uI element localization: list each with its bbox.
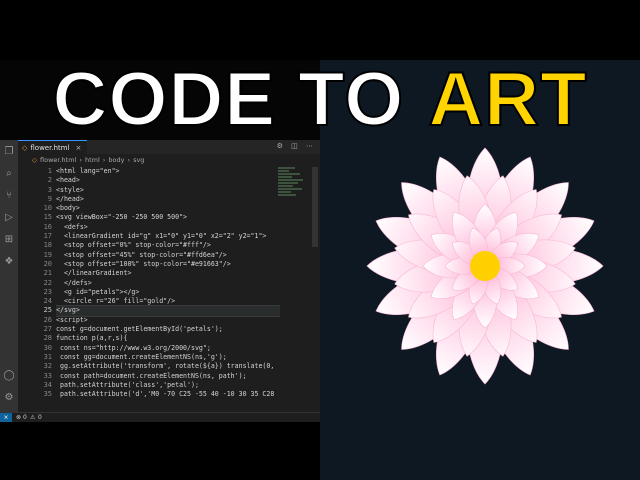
line-number: 19 <box>43 250 52 259</box>
tab-bar: ◇ flower.html × ⚙ ◫ ⋯ <box>18 140 320 154</box>
html-file-icon: ◇ <box>22 143 28 152</box>
line-number: 25 <box>43 306 52 315</box>
code-line[interactable]: <script> <box>56 316 280 325</box>
settings-gear-icon[interactable]: ⚙ <box>3 392 15 404</box>
code-line[interactable]: <html lang="en"> <box>56 167 280 176</box>
code-line[interactable]: const g=document.getElementById('petals'… <box>56 325 280 334</box>
line-number: 18 <box>43 241 52 250</box>
python-icon[interactable]: ❖ <box>3 256 15 268</box>
code-line[interactable]: path.setAttribute('class','petal'); <box>56 381 280 390</box>
close-icon[interactable]: × <box>76 144 82 152</box>
code-line[interactable]: <linearGradient id="g" x1="0" y1="0" x2=… <box>56 232 280 241</box>
search-icon[interactable]: ⌕ <box>3 168 15 180</box>
line-number: 9 <box>47 194 52 203</box>
code-line[interactable]: const gg=document.createElementNS(ns,'g'… <box>56 353 280 362</box>
code-line[interactable]: <stop offset="45%" stop-color="#ffd6ea"/… <box>56 251 280 260</box>
tab-flower-html[interactable]: ◇ flower.html × <box>18 140 88 154</box>
tab-label: flower.html <box>30 143 70 152</box>
code-line[interactable]: <defs> <box>56 223 280 232</box>
line-number: 28 <box>43 334 52 343</box>
line-number: 31 <box>43 352 52 361</box>
html-file-icon: ◇ <box>32 156 37 164</box>
line-number: 32 <box>43 362 52 371</box>
run-debug-icon[interactable]: ▷ <box>3 212 15 224</box>
code-line[interactable]: </defs> <box>56 279 280 288</box>
code-line[interactable]: <body> <box>56 204 280 213</box>
title-white-text: CODE TO <box>51 57 405 142</box>
code-line[interactable]: <stop offset="100%" stop-color="#e91663"… <box>56 260 280 269</box>
line-number: 24 <box>43 297 52 306</box>
account-icon[interactable]: ◯ <box>3 370 15 382</box>
code-line[interactable]: <head> <box>56 176 280 185</box>
line-number: 16 <box>43 222 52 231</box>
code-line[interactable]: <svg viewBox="-250 -250 500 500"> <box>56 213 280 222</box>
flower-art-panel <box>320 140 640 480</box>
line-number: 20 <box>43 259 52 268</box>
source-control-icon[interactable]: ⑂ <box>3 190 15 202</box>
code-line[interactable]: gg.setAttribute('transform', rotate(${a}… <box>56 362 280 371</box>
line-number: 35 <box>43 390 52 399</box>
breadcrumb-separator: › <box>127 156 131 164</box>
editor-bottom-bar <box>0 422 320 480</box>
line-number: 21 <box>43 269 52 278</box>
flower-center <box>470 251 500 281</box>
activity-bar: ❐ ⌕ ⑂ ▷ ⊞ ❖ ◯ ⚙ <box>0 140 18 412</box>
line-number-gutter: 1 2 3 9 10 15 16 17 18 19 20 21 22 23 24 25 26 27 28 30 31 32… <box>22 167 52 399</box>
line-number: 17 <box>43 232 52 241</box>
breadcrumb: ◇ flower.html › html › body › svg <box>32 155 144 165</box>
code-line[interactable]: <g id="petals"></g> <box>56 288 280 297</box>
code-line[interactable]: </svg> <box>56 305 280 317</box>
top-banner <box>0 0 640 60</box>
breadcrumb-item-svg[interactable]: svg <box>133 156 144 164</box>
code-line[interactable]: <circle r="26" fill="gold"/> <box>56 297 280 306</box>
line-number: 10 <box>43 204 52 213</box>
thumbnail-title: CODE TO ART <box>0 60 640 140</box>
code-line[interactable]: path.setAttribute('d','M0 -70 C25 -55 40… <box>56 390 280 399</box>
line-number: 33 <box>43 371 52 380</box>
line-number: 22 <box>43 278 52 287</box>
code-line[interactable]: <style> <box>56 186 280 195</box>
vertical-scrollbar[interactable] <box>312 167 318 247</box>
title-yellow-text: ART <box>427 57 588 142</box>
breadcrumb-file[interactable]: flower.html <box>40 156 76 164</box>
breadcrumb-item-html[interactable]: html <box>85 156 100 164</box>
explorer-icon[interactable]: ❐ <box>3 146 15 158</box>
line-number: 1 <box>47 167 52 175</box>
code-line[interactable]: </linearGradient> <box>56 269 280 278</box>
code-line[interactable]: const ns="http://www.w3.org/2000/svg"; <box>56 344 280 353</box>
line-number: 34 <box>43 380 52 389</box>
line-number: 3 <box>47 185 52 194</box>
code-line[interactable]: const path=document.createElementNS(ns, … <box>56 372 280 381</box>
breadcrumb-separator: › <box>79 156 82 164</box>
code-editor: ❐ ⌕ ⑂ ▷ ⊞ ❖ ◯ ⚙ ◇ flower.html × ⚙ ◫ ⋯ ◇ … <box>0 140 320 480</box>
minimap[interactable] <box>278 167 306 227</box>
line-number: 23 <box>43 287 52 296</box>
line-number: 2 <box>47 176 52 185</box>
line-number: 15 <box>43 213 52 222</box>
breadcrumb-item-body[interactable]: body <box>108 156 124 164</box>
code-area[interactable]: <html lang="en"> <head> <style> </head> <bod… <box>56 167 280 399</box>
code-line[interactable]: <stop offset="0%" stop-color="#fff"/> <box>56 241 280 250</box>
line-number: 26 <box>43 315 52 324</box>
editor-actions[interactable]: ⚙ ◫ ⋯ <box>277 142 316 150</box>
extensions-icon[interactable]: ⊞ <box>3 234 15 246</box>
flower-illustration <box>366 147 604 385</box>
code-line[interactable]: function p(a,r,s){ <box>56 334 280 343</box>
code-line[interactable]: </head> <box>56 195 280 204</box>
breadcrumb-separator: › <box>102 156 106 164</box>
line-number: 27 <box>43 325 52 334</box>
line-number: 30 <box>43 343 52 352</box>
